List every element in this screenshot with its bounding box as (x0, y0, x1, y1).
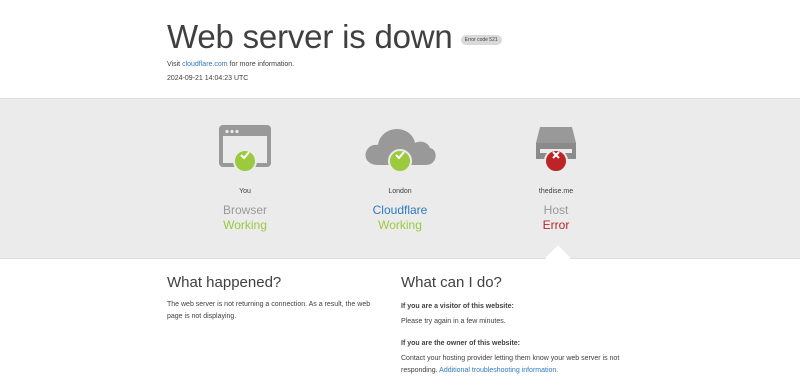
owner-text-block: Contact your hosting provider letting th… (401, 353, 636, 377)
status-band: You Browser Working London Cloudflare Wo… (0, 98, 800, 259)
check-icon (233, 149, 257, 173)
server-icon-wrap (496, 125, 616, 173)
status-browser: You Browser Working (185, 125, 305, 232)
what-can-i-do-heading: What can I do? (401, 274, 502, 291)
browser-icon-wrap (185, 125, 305, 173)
status-host: thedise.me Host Error (496, 125, 616, 232)
visit-suffix: for more information. (229, 61, 295, 68)
x-icon (544, 149, 568, 173)
owner-heading: If you are the owner of this website: (401, 340, 521, 347)
page-title: Web server is down (167, 18, 453, 55)
status-text: Error (542, 218, 570, 232)
what-can-i-do-section: What can I do? If you are a visitor of t… (401, 274, 636, 377)
visitor-text: Please try again in a few minutes. (401, 318, 506, 325)
status-text: Working (378, 218, 422, 232)
error-code-badge: Error code 521 (460, 35, 502, 45)
cloud-icon-wrap (340, 125, 460, 173)
visit-prefix: Visit (167, 61, 181, 68)
component-label: Cloudflare (372, 203, 428, 217)
status-text: Working (223, 218, 267, 232)
title-row: Web server is down Error code 521 (167, 16, 667, 58)
visitor-heading: If you are a visitor of this website: (401, 303, 514, 310)
what-happened-heading: What happened? (167, 274, 282, 291)
location-label: thedise.me (538, 188, 574, 195)
location-label: You (239, 188, 251, 195)
component-label: Host (543, 203, 569, 217)
timestamp: 2024-09-21 14:04:23 UTC (167, 75, 249, 82)
what-happened-text: The web server is not returning a connec… (167, 301, 371, 320)
check-icon (388, 149, 412, 173)
what-happened-section: What happened? The web server is not ret… (167, 274, 382, 323)
visit-line: Visit cloudflare.com for more informatio… (167, 61, 667, 68)
component-label: Browser (222, 203, 267, 217)
location-label: London (388, 188, 412, 195)
cloudflare-link[interactable]: cloudflare.com (182, 61, 228, 68)
status-cloudflare: London Cloudflare Working (340, 125, 460, 232)
header: Web server is down Error code 521 Visit … (167, 16, 667, 82)
troubleshooting-link[interactable]: Additional troubleshooting information. (439, 367, 558, 374)
